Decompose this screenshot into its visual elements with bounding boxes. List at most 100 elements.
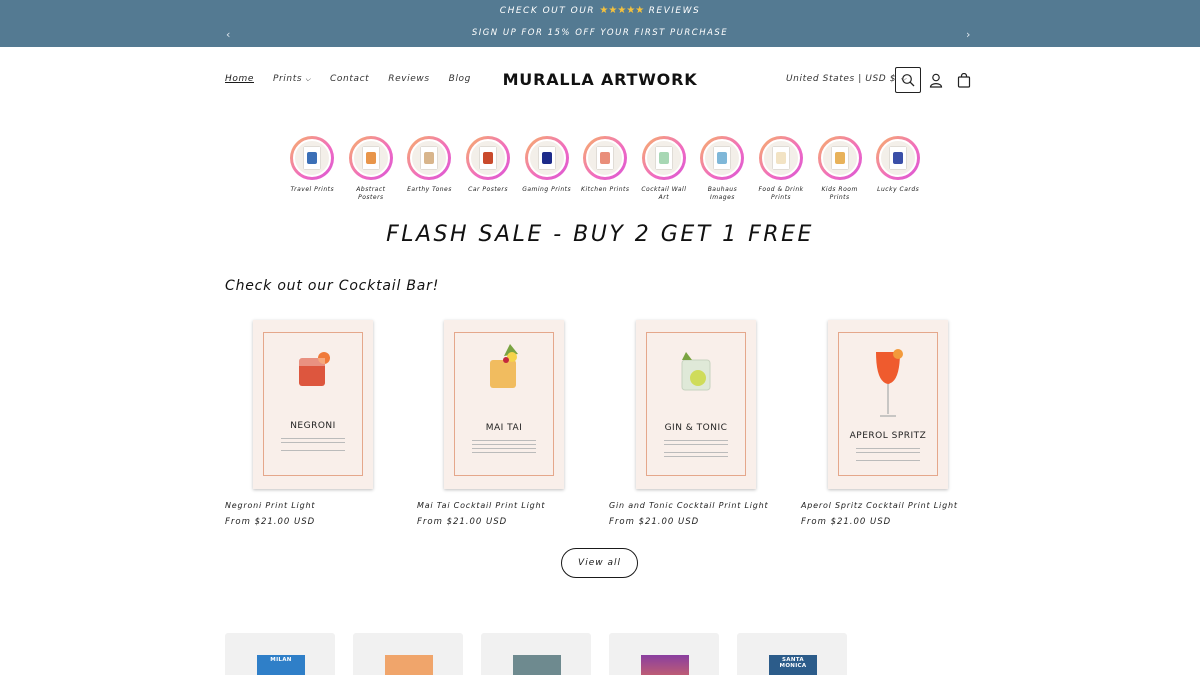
category-image-ring: [700, 136, 745, 180]
category-thumbnail: [776, 152, 787, 164]
poster-title: SANTA MONICA: [779, 657, 807, 669]
category-label: Earthy Tones: [407, 186, 452, 193]
category-thumbnail: [834, 152, 845, 164]
product-image: [641, 655, 689, 675]
product-image[interactable]: MAI TAI: [444, 320, 564, 489]
category-earthy-tones[interactable]: Earthy Tones: [400, 136, 459, 202]
product-price: From $21.00 USD: [417, 517, 508, 527]
category-food-drink-prints[interactable]: Food & Drink Prints: [752, 136, 811, 202]
product-name[interactable]: Gin and Tonic Cocktail Print Light: [609, 501, 768, 510]
category-thumbnail: [541, 152, 552, 164]
nav-blog[interactable]: Blog: [449, 74, 471, 84]
category-kids-room-prints[interactable]: Kids Room Prints: [810, 136, 869, 202]
category-image-ring: [466, 136, 511, 180]
section-title: Check out our Cocktail Bar!: [225, 278, 440, 294]
category-label: Cocktail Wall Art: [641, 186, 687, 201]
category-thumbnail: [893, 152, 904, 164]
brand-logo[interactable]: MURALLA ARTWORK: [503, 70, 698, 89]
poster-title: MILAN: [270, 657, 292, 663]
product-name[interactable]: Aperol Spritz Cocktail Print Light: [801, 501, 958, 510]
poster-title: GIN & TONIC: [664, 423, 728, 433]
category-travel-prints[interactable]: Travel Prints: [283, 136, 342, 202]
nav-contact[interactable]: Contact: [330, 74, 369, 84]
product-price: From $21.00 USD: [609, 517, 700, 527]
product-price: From $21.00 USD: [801, 517, 892, 527]
announcement-next-icon[interactable]: ›: [966, 28, 970, 41]
category-label: Car Posters: [468, 186, 508, 193]
category-image-ring: [290, 136, 335, 180]
product-name[interactable]: Mai Tai Cocktail Print Light: [417, 501, 545, 510]
cart-button[interactable]: [951, 67, 977, 93]
strip-product[interactable]: [481, 633, 591, 675]
category-thumbnail: [307, 152, 318, 164]
product-image: [513, 655, 561, 675]
announcement-text-after: REVIEWS: [648, 6, 701, 16]
product-image[interactable]: NEGRONI: [253, 320, 373, 489]
category-abstract-posters[interactable]: Abstract Posters: [342, 136, 401, 202]
category-label: Kitchen Prints: [581, 186, 630, 193]
region-label: United States | USD $: [786, 74, 897, 84]
cocktail-glass-icon: [299, 352, 330, 386]
nav-home[interactable]: Home: [225, 74, 254, 84]
category-image-ring: [641, 136, 686, 180]
signup-announcement[interactable]: SIGN UP FOR 15% OFF YOUR FIRST PURCHASE: [0, 28, 1200, 38]
product-name[interactable]: Negroni Print Light: [225, 501, 315, 510]
cocktail-glass-icon: [490, 344, 518, 388]
category-label: Kids Room Prints: [821, 186, 858, 201]
reviews-announcement[interactable]: CHECK OUT OUR ★★★★★ REVIEWS: [0, 5, 1200, 16]
shopping-bag-icon: [957, 72, 971, 88]
announcement-text-before: CHECK OUT OUR: [499, 6, 596, 16]
category-label: Travel Prints: [290, 186, 335, 193]
category-label: Food & Drink Prints: [758, 186, 804, 201]
category-label: Gaming Prints: [522, 186, 572, 193]
strip-product[interactable]: MILAN: [225, 633, 335, 675]
user-icon: [929, 73, 943, 88]
strip-product[interactable]: [353, 633, 463, 675]
nav-prints-label: Prints: [272, 74, 303, 84]
category-image-ring: [524, 136, 569, 180]
product-image[interactable]: GIN & TONIC: [636, 320, 756, 489]
category-bauhaus-images[interactable]: Bauhaus Images: [693, 136, 752, 202]
strip-product[interactable]: SANTA MONICA: [737, 633, 847, 675]
category-thumbnail: [717, 152, 728, 164]
category-car-posters[interactable]: Car Posters: [459, 136, 518, 202]
category-label: Bauhaus Images: [707, 186, 738, 201]
brand-logo-wrap: MURALLA ARTWORK: [0, 70, 1200, 89]
category-cocktail-wall-art[interactable]: Cocktail Wall Art: [635, 136, 694, 202]
category-image-ring: [817, 136, 862, 180]
category-label: Abstract Posters: [356, 186, 386, 201]
poster-title: NEGRONI: [290, 421, 336, 431]
category-thumbnail: [424, 152, 435, 164]
category-label: Lucky Cards: [877, 186, 920, 193]
product-price: From $21.00 USD: [225, 517, 316, 527]
search-button[interactable]: [895, 67, 921, 93]
category-thumbnail: [600, 152, 611, 164]
category-list: Travel Prints Abstract Posters Earthy To…: [283, 136, 928, 202]
category-image-ring: [876, 136, 921, 180]
poster-title: MAI TAI: [485, 423, 523, 433]
category-gaming-prints[interactable]: Gaming Prints: [517, 136, 576, 202]
cocktail-glass-icon: [876, 349, 903, 417]
nav-prints[interactable]: Prints ⌵: [273, 74, 311, 84]
announcement-bar: CHECK OUT OUR ★★★★★ REVIEWS ‹ SIGN UP FO…: [0, 0, 1200, 47]
product-image[interactable]: APEROL SPRITZ: [828, 320, 948, 489]
strip-product[interactable]: [609, 633, 719, 675]
chevron-down-icon: ⌵: [305, 75, 312, 83]
category-kitchen-prints[interactable]: Kitchen Prints: [576, 136, 635, 202]
category-image-ring: [583, 136, 628, 180]
product-image: [385, 655, 433, 675]
cocktail-glass-icon: [681, 352, 711, 391]
poster-title: APEROL SPRITZ: [849, 431, 927, 441]
star-rating-icon: ★★★★★: [599, 5, 645, 16]
category-thumbnail: [365, 152, 376, 164]
view-all-button[interactable]: View all: [561, 548, 638, 578]
account-button[interactable]: [923, 67, 949, 93]
category-image-ring: [407, 136, 452, 180]
nav-reviews[interactable]: Reviews: [388, 74, 429, 84]
region-selector[interactable]: United States | USD $ ⌵: [786, 74, 907, 84]
flash-sale-heading: FLASH SALE - BUY 2 GET 1 FREE: [386, 222, 814, 247]
main-nav: Home Prints ⌵ Contact Reviews Blog: [225, 74, 490, 84]
category-image-ring: [348, 136, 393, 180]
category-lucky-cards[interactable]: Lucky Cards: [869, 136, 928, 202]
search-icon: [902, 74, 915, 87]
